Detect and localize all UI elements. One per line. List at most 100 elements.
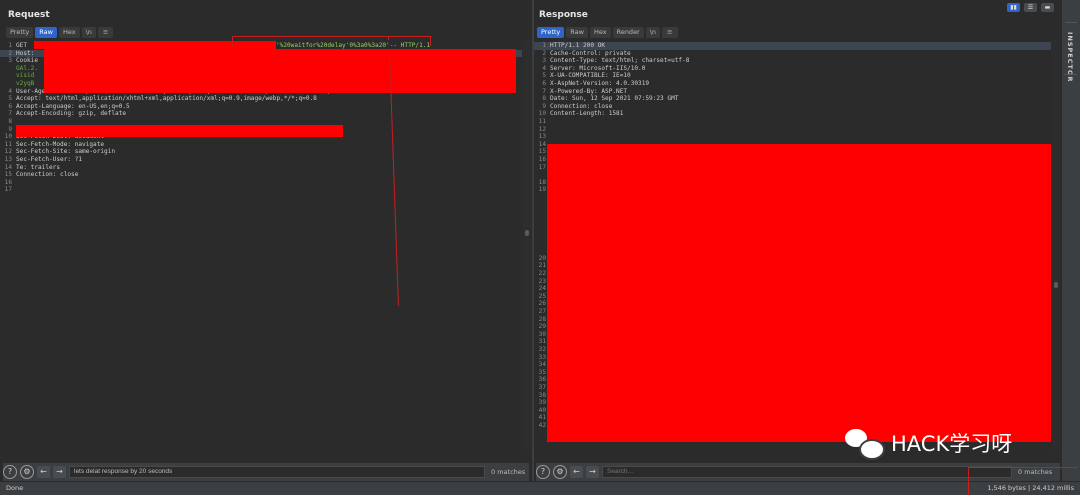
line-number: 15 bbox=[538, 148, 546, 156]
line-number: 25 bbox=[538, 292, 546, 300]
code-text: GAl.2. bbox=[16, 64, 39, 72]
previous-arrow-icon[interactable]: ← bbox=[37, 466, 50, 478]
code-line: 12 Sec-Fetch-Site: same-origin bbox=[0, 148, 522, 156]
line-number: 27 bbox=[538, 308, 546, 315]
line-number: 9 bbox=[8, 125, 12, 133]
line-number: 26 bbox=[538, 300, 546, 308]
request-tab-hex[interactable]: Hex bbox=[58, 27, 80, 38]
line-number: 36 bbox=[538, 376, 546, 384]
code-text: Cookie bbox=[16, 57, 39, 65]
line-number: 39 bbox=[538, 399, 546, 407]
annotation-timing-box bbox=[968, 467, 969, 495]
layout-stacked-icon[interactable]: ☰ bbox=[1024, 3, 1037, 12]
response-title: Response bbox=[539, 10, 588, 20]
code-line: 8 Date: Sun, 12 Sep 2021 07:59:23 GMT bbox=[534, 95, 1051, 103]
response-search-input[interactable] bbox=[602, 466, 1012, 478]
code-text: X-Powered-By: ASP.NET bbox=[550, 87, 628, 95]
request-tabs: Pretty Raw Hex \n ≡ bbox=[6, 27, 114, 38]
annotation-box-payload bbox=[232, 36, 431, 46]
line-number: 5 bbox=[542, 72, 546, 80]
line-number: 22 bbox=[538, 270, 546, 277]
response-editor[interactable]: 1 HTTP/1.1 200 OK 2 Cache-Control: private 3… bbox=[534, 40, 1051, 450]
code-text: Te: trailers bbox=[16, 163, 61, 171]
line-number: 33 bbox=[538, 353, 546, 361]
line-number: 4 bbox=[8, 87, 12, 95]
redaction-block bbox=[44, 49, 516, 93]
wechat-logo-icon bbox=[845, 429, 885, 460]
response-tab-newline[interactable]: \n bbox=[645, 27, 661, 38]
watermark-text: HACK学习呀 bbox=[891, 432, 1013, 456]
code-text: Connection: close bbox=[550, 102, 613, 110]
redaction-block bbox=[547, 144, 1051, 442]
code-line: 3 Content-Type: text/html; charset=utf-8 bbox=[534, 57, 1051, 65]
code-text: X-AspNet-Version: 4.0.30319 bbox=[550, 80, 650, 87]
response-size-timing: 1,546 bytes | 24,412 millis bbox=[987, 484, 1074, 492]
response-tab-render[interactable]: Render bbox=[612, 27, 644, 38]
request-title: Request bbox=[8, 10, 50, 20]
code-text: Date: Sun, 12 Sep 2021 07:59:23 GMT bbox=[550, 95, 679, 103]
code-text: Accept: text/html,application/xhtml+xml,… bbox=[16, 95, 317, 103]
request-tab-raw[interactable]: Raw bbox=[35, 27, 57, 38]
line-number: 13 bbox=[538, 133, 546, 141]
line-number: 1 bbox=[8, 42, 12, 49]
request-tab-newline[interactable]: \n bbox=[81, 27, 96, 38]
code-line: 13 Sec-Fetch-User: ?1 bbox=[0, 156, 522, 164]
code-line: 5 Accept: text/html,application/xhtml+xml… bbox=[0, 95, 522, 103]
line-number: 38 bbox=[538, 391, 546, 399]
code-line: 1 HTTP/1.1 200 OK bbox=[534, 42, 1051, 50]
code-line: 7 Accept-Encoding: gzip, deflate bbox=[0, 110, 522, 118]
code-text: GET bbox=[16, 42, 28, 49]
line-number: 18 bbox=[538, 178, 546, 186]
line-number: 10 bbox=[4, 133, 12, 141]
gear-icon[interactable]: ⚙ bbox=[20, 465, 34, 479]
request-tab-pretty[interactable]: Pretty bbox=[6, 27, 34, 38]
line-number: 12 bbox=[538, 125, 546, 133]
layout-split-icon[interactable]: ▮▮ bbox=[1007, 3, 1020, 12]
code-line: 5 X-UA-COMPATIBLE: IE=10 bbox=[534, 72, 1051, 80]
code-line: 11 bbox=[534, 118, 1051, 126]
response-tab-raw[interactable]: Raw bbox=[566, 27, 588, 38]
code-text: v2yqB bbox=[16, 80, 35, 87]
line-number: 29 bbox=[538, 323, 546, 331]
status-text: Done bbox=[6, 484, 24, 492]
inspector-rail[interactable]: INSPECTOR bbox=[1061, 0, 1080, 482]
help-icon[interactable]: ? bbox=[3, 465, 17, 479]
response-search-bar: ? ⚙ ← → 0 matches bbox=[536, 463, 1060, 481]
line-number: 41 bbox=[538, 414, 546, 422]
code-text: Server: Microsoft-IIS/10.0 bbox=[550, 64, 646, 72]
code-line: 7 X-Powered-By: ASP.NET bbox=[534, 88, 1051, 96]
annotation-arrow-line bbox=[388, 36, 389, 40]
previous-arrow-icon[interactable]: ← bbox=[570, 466, 583, 478]
hamburger-icon[interactable]: ≡ bbox=[662, 27, 678, 38]
request-search-input[interactable] bbox=[69, 466, 485, 478]
gear-icon[interactable]: ⚙ bbox=[553, 465, 567, 479]
line-number: 19 bbox=[538, 186, 546, 194]
code-text: Content-Type: text/html; charset=utf-8 bbox=[550, 57, 690, 65]
hamburger-icon[interactable]: ≡ bbox=[97, 27, 114, 38]
line-number: 24 bbox=[538, 285, 546, 293]
line-number: 8 bbox=[542, 95, 546, 103]
line-number: 20 bbox=[538, 254, 546, 262]
line-number: 10 bbox=[538, 110, 546, 118]
line-number: 16 bbox=[4, 178, 12, 186]
line-number: 7 bbox=[542, 87, 546, 95]
response-tabs: Pretty Raw Hex Render \n ≡ bbox=[537, 27, 678, 38]
next-arrow-icon[interactable]: → bbox=[586, 466, 599, 478]
code-text: visid bbox=[16, 72, 35, 80]
layout-single-icon[interactable]: ▬ bbox=[1041, 3, 1054, 12]
next-arrow-icon[interactable]: → bbox=[53, 466, 66, 478]
code-line: 17 bbox=[0, 186, 522, 194]
line-number: 32 bbox=[538, 346, 546, 353]
request-editor[interactable]: 1 GET '%20waitfor%20delay'0%3a0%3a20'-- HT… bbox=[0, 40, 522, 450]
line-number: 15 bbox=[4, 171, 12, 179]
request-match-count: 0 matches bbox=[491, 468, 526, 476]
response-tab-pretty[interactable]: Pretty bbox=[537, 27, 565, 38]
response-scrollbar[interactable] bbox=[1052, 40, 1060, 450]
help-icon[interactable]: ? bbox=[536, 465, 550, 479]
line-number: 5 bbox=[8, 95, 12, 103]
request-scrollbar[interactable] bbox=[523, 40, 531, 450]
code-text: Host: bbox=[16, 49, 35, 57]
line-number: 9 bbox=[542, 102, 546, 110]
response-tab-hex[interactable]: Hex bbox=[589, 27, 611, 38]
code-text: Sec-Fetch-User: ?1 bbox=[16, 156, 83, 163]
